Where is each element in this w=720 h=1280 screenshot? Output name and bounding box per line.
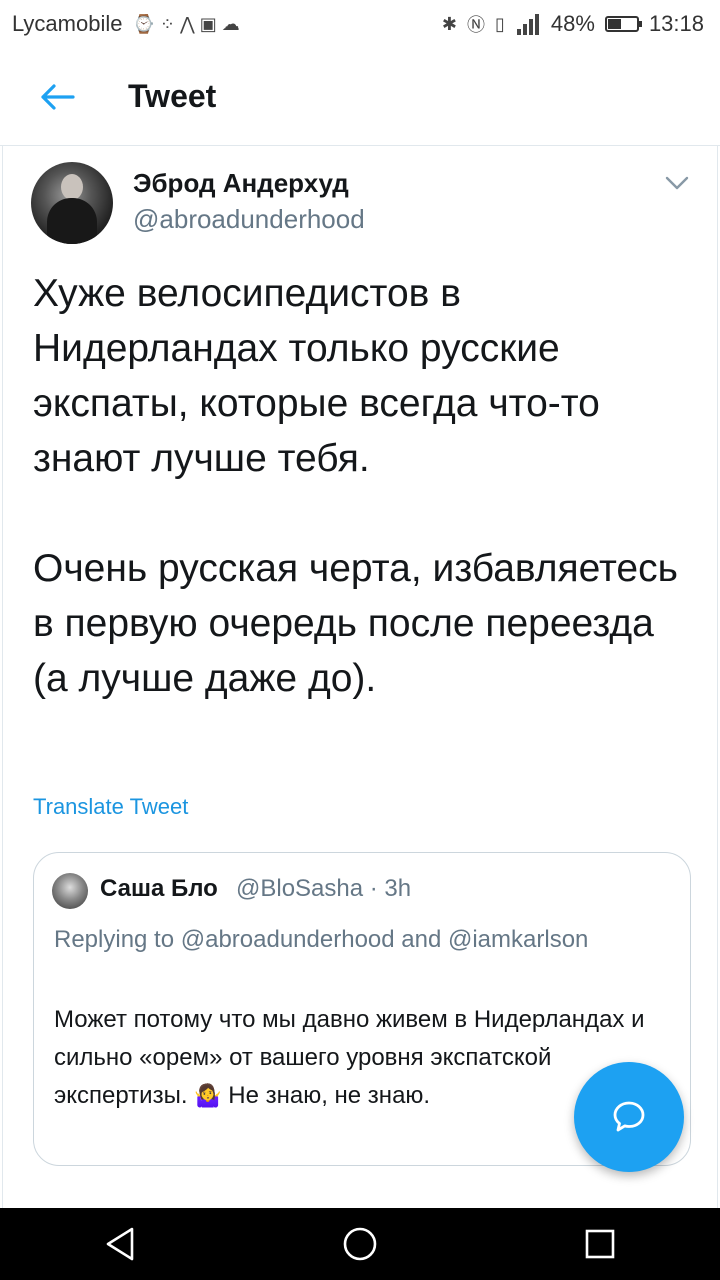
status-bar: Lycamobile ⌚ ⁘ ⋀ ▣ ☁ ✱ Ⓝ ▯ 48% 13:18	[0, 0, 720, 48]
quoted-author-name: Саша Бло	[100, 875, 218, 902]
signal-icon	[516, 14, 539, 35]
tweet-card: Эброд Андерхуд @abroadunderhood Хуже вел…	[2, 146, 718, 1208]
battery-percent: 48%	[550, 11, 595, 36]
avatar-head	[61, 174, 83, 200]
navigation-bar	[0, 1208, 720, 1280]
nav-recents-button[interactable]	[570, 1214, 630, 1274]
chevron-down-icon	[665, 176, 689, 190]
reply-fab-button[interactable]	[574, 1062, 684, 1172]
avatar[interactable]	[31, 162, 113, 244]
nav-back-button[interactable]	[90, 1214, 150, 1274]
quoted-author-handle: @BloSasha · 3h	[236, 875, 412, 902]
tweet-menu-button[interactable]	[659, 168, 695, 198]
quoted-tweet-text: Может потому что мы давно живем в Нидерл…	[54, 1001, 654, 1115]
triangle-back-icon	[106, 1227, 134, 1261]
carrier-name: Lycamobile	[12, 11, 123, 36]
nfc-icon: Ⓝ	[466, 15, 485, 35]
battery-icon	[604, 16, 642, 32]
author-name[interactable]: Эброд Андерхуд	[133, 168, 349, 199]
nav-home-button[interactable]	[330, 1214, 390, 1274]
replying-to: Replying to @abroadunderhood and @iamkar…	[54, 926, 589, 953]
battery-fill	[607, 19, 622, 29]
translate-tweet-link[interactable]: Translate Tweet	[33, 794, 188, 820]
back-button[interactable]	[28, 67, 88, 127]
shrug-emoji-icon: 🤷‍♀️	[194, 1083, 222, 1108]
vibrate-icon: ▯	[494, 13, 505, 34]
status-right: ✱ Ⓝ ▯ 48% 13:18	[442, 11, 704, 37]
quoted-avatar	[52, 873, 88, 909]
reply-bubble-icon	[613, 1101, 645, 1132]
clock: 13:18	[648, 11, 704, 36]
avatar-body	[47, 198, 97, 244]
author-handle[interactable]: @abroadunderhood	[133, 204, 365, 235]
square-recents-icon	[585, 1229, 615, 1259]
tweet-text: Хуже велосипедистов в Нидерландах только…	[33, 272, 678, 700]
circle-home-icon	[343, 1227, 377, 1261]
bluetooth-icon: ✱	[441, 13, 457, 34]
header: Tweet	[0, 48, 720, 146]
arrow-left-icon	[41, 83, 75, 110]
notification-icons: ⌚ ⁘ ⋀ ▣ ☁	[132, 13, 240, 34]
page-title: Tweet	[128, 78, 217, 114]
quoted-text-part-2: Не знаю, не знаю.	[221, 1082, 431, 1109]
status-left: Lycamobile ⌚ ⁘ ⋀ ▣ ☁	[12, 11, 240, 37]
